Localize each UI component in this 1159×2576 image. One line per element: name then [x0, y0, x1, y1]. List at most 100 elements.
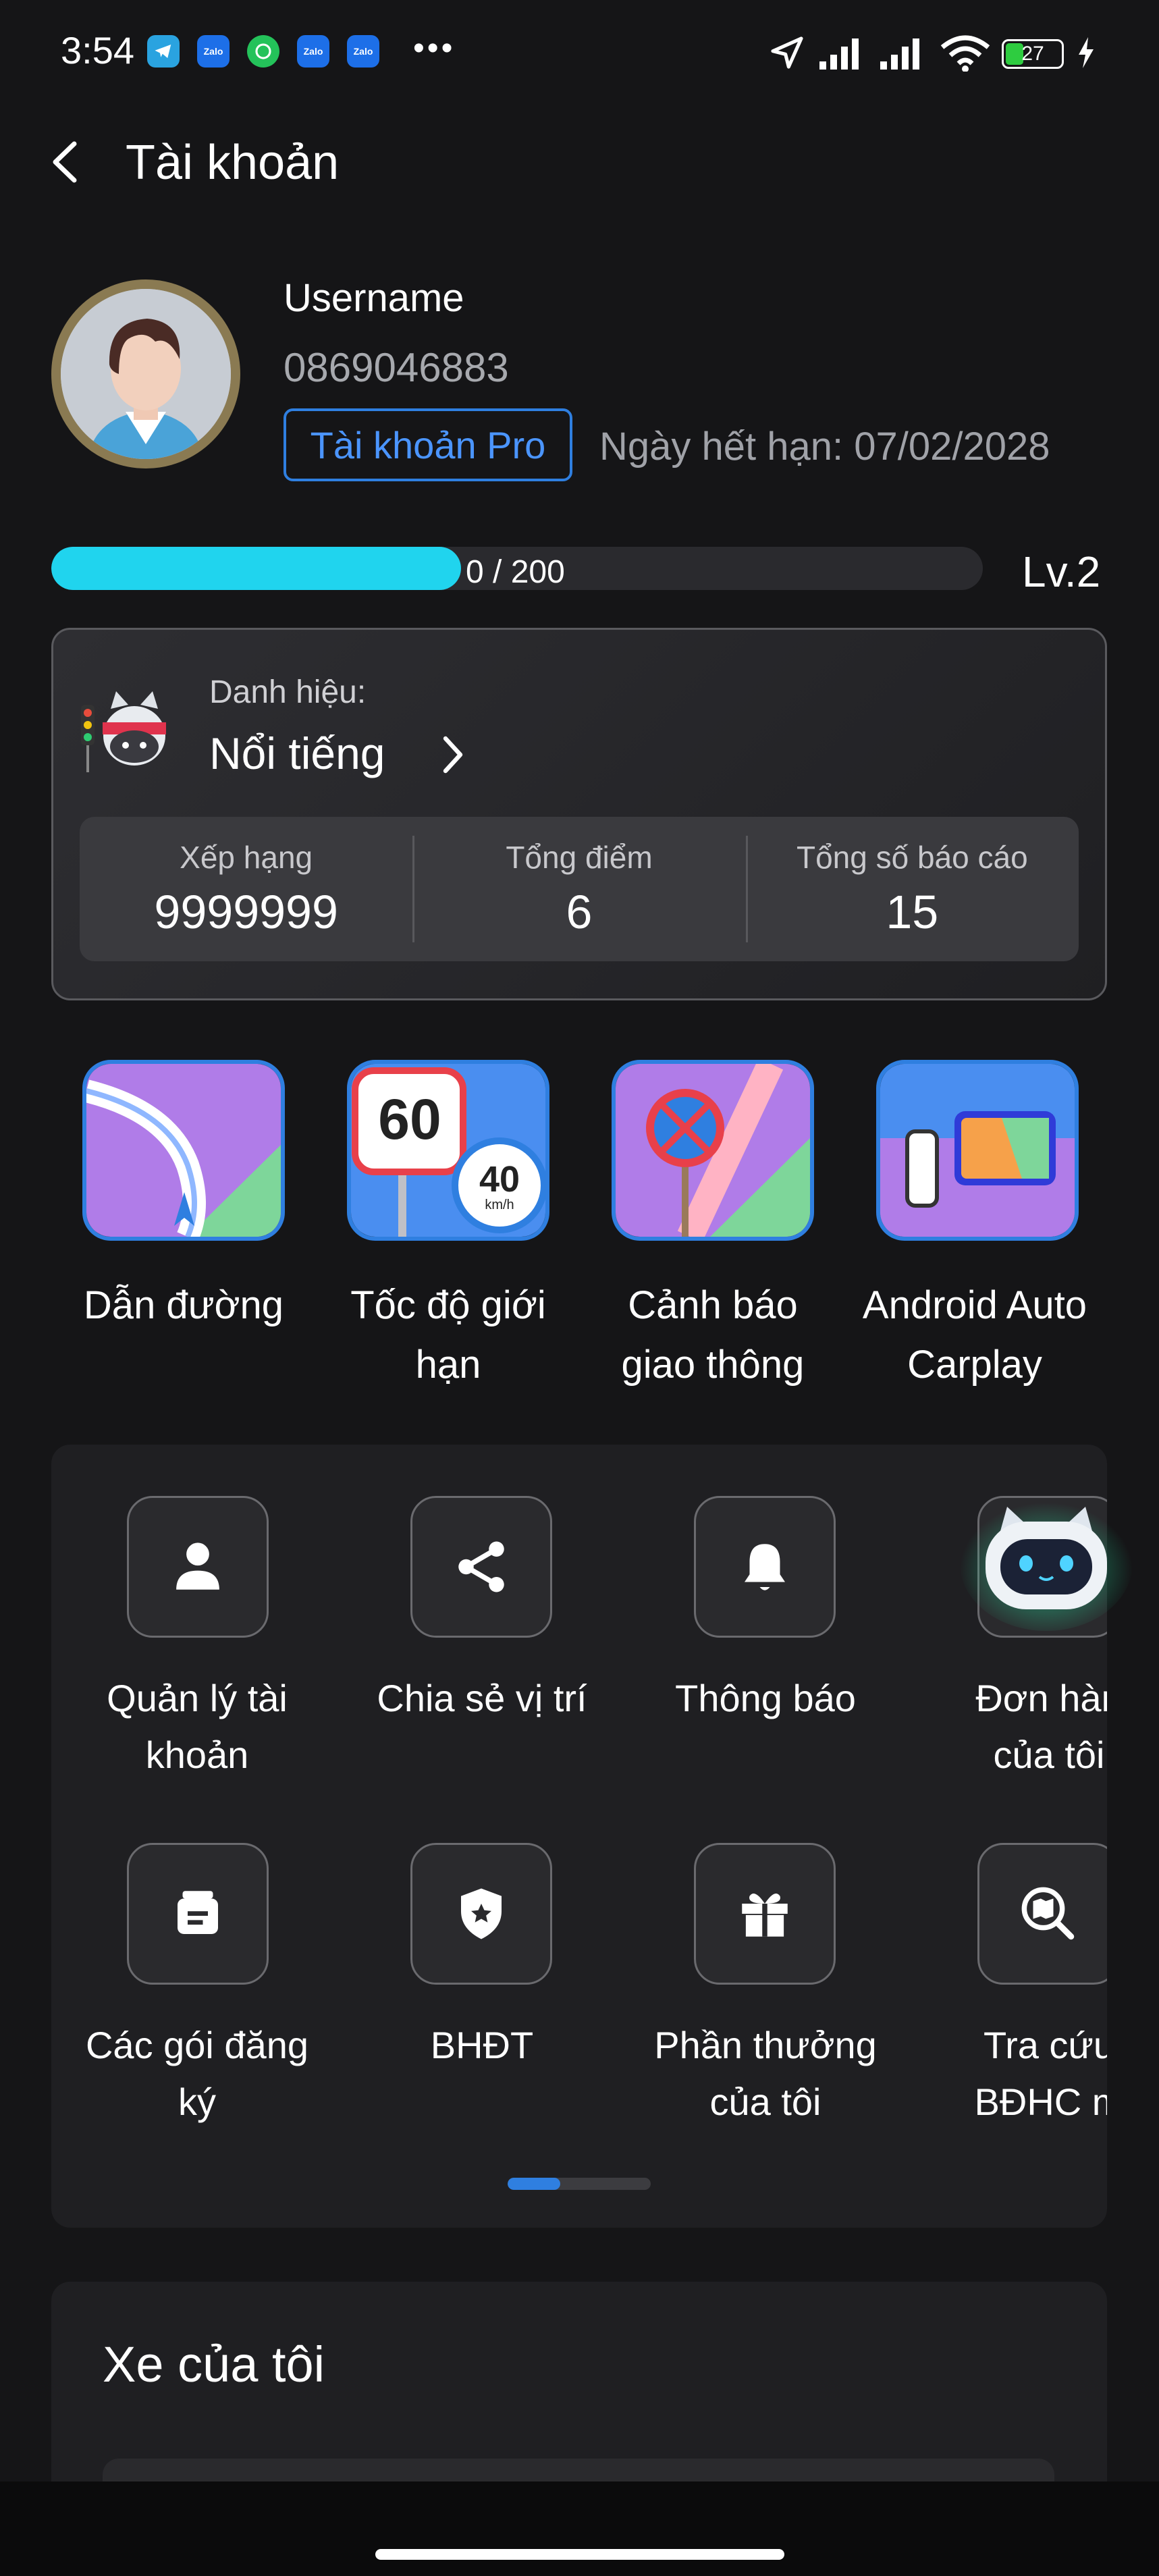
label-line: Android Auto — [862, 1283, 1087, 1327]
stat-ranking: Xếp hạng 9999999 — [80, 817, 412, 961]
chevron-left-icon — [53, 141, 77, 183]
notifications-button[interactable] — [694, 1496, 836, 1638]
signal-icon — [878, 32, 929, 73]
bhdt-label: BHĐT — [347, 2017, 617, 2074]
charging-icon — [1076, 32, 1096, 73]
navigation-tile[interactable] — [82, 1060, 285, 1241]
my-orders-label: Đơn hàn của tôi — [914, 1670, 1107, 1783]
avatar[interactable] — [51, 279, 240, 468]
traffic-alert-label: Cảnh báo giao thông — [581, 1276, 845, 1395]
account-management-button[interactable] — [127, 1496, 269, 1638]
chevron-right-icon[interactable] — [439, 733, 466, 776]
stat-label: Tổng điểm — [506, 840, 653, 875]
stat-total-points: Tổng điểm 6 — [412, 817, 745, 961]
back-button[interactable] — [47, 138, 88, 186]
stats-panel: Xếp hạng 9999999 Tổng điểm 6 Tổng số báo… — [80, 817, 1079, 961]
menu-page-indicator — [508, 2178, 651, 2190]
rank-label: Danh hiệu: — [209, 674, 367, 710]
gift-icon — [742, 1894, 788, 1937]
my-vehicle-title: Xe của tôi — [103, 2336, 325, 2392]
label-line: hạn — [415, 1343, 481, 1387]
robot-assistant-button[interactable] — [959, 1482, 1134, 1631]
android-auto-label: Android Auto Carplay — [842, 1276, 1107, 1395]
my-rewards-label: Phần thưởng của tôi — [630, 2017, 900, 2130]
rank-name[interactable]: Nổi tiếng — [209, 728, 385, 779]
navigation-map-icon — [86, 1064, 281, 1237]
zalo-icon: Zalo — [197, 35, 230, 68]
subscription-plans-label: Các gói đăng ký — [62, 2017, 332, 2130]
menu-panel[interactable]: Quản lý tài khoản Chia sẻ vị trí Thông b… — [51, 1445, 1107, 2228]
battery-text: 27 — [1021, 43, 1044, 65]
admin-map-lookup-label: Tra cứu BĐHC m — [914, 2017, 1107, 2130]
telegram-icon — [147, 35, 180, 68]
speed-limit-small-number: 40 — [479, 1159, 520, 1200]
label-line: của tôi — [993, 1734, 1105, 1776]
android-auto-tile[interactable] — [876, 1060, 1079, 1241]
more-notifications-icon: ••• — [413, 30, 456, 66]
share-location-button[interactable] — [410, 1496, 552, 1638]
wifi-icon — [940, 32, 991, 73]
label-line: Cảnh báo — [628, 1283, 798, 1327]
account-management-label: Quản lý tài khoản — [62, 1670, 332, 1783]
user-icon — [176, 1542, 219, 1590]
zalo-icon-text: Zalo — [353, 46, 373, 57]
label-line: ký — [178, 2081, 216, 2123]
zalo-icon-text: Zalo — [203, 46, 223, 57]
notifications-label: Thông báo — [630, 1670, 900, 1727]
signal-icon — [817, 32, 868, 73]
location-icon — [768, 32, 806, 73]
speed-limit-tile[interactable]: 60 40 km/h — [347, 1060, 549, 1241]
speed-unit: km/h — [485, 1198, 514, 1212]
phone-number: 0869046883 — [284, 345, 509, 390]
robot-icon — [960, 1496, 1133, 1631]
label-line: khoản — [145, 1734, 249, 1776]
admin-map-lookup-button[interactable] — [977, 1843, 1107, 1985]
navigation-label: Dẫn đường — [51, 1276, 316, 1335]
navigation-bar — [0, 2481, 1159, 2576]
traffic-alert-tile[interactable] — [612, 1060, 814, 1241]
speed-limit-label: Tốc độ giới hạn — [316, 1276, 581, 1395]
bhdt-button[interactable] — [410, 1843, 552, 1985]
label-line: Tốc độ giới — [350, 1283, 546, 1327]
account-type-badge[interactable]: Tài khoản Pro — [284, 408, 572, 481]
zalo-icon: Zalo — [347, 35, 379, 68]
label-line: của tôi — [709, 2081, 821, 2123]
subscription-plans-button[interactable] — [127, 1843, 269, 1985]
expiry-date: Ngày hết hạn: 07/02/2028 — [599, 425, 1050, 468]
stat-label: Tổng số báo cáo — [796, 840, 1028, 875]
stat-total-reports: Tổng số báo cáo 15 — [745, 817, 1079, 961]
status-time: 3:54 — [61, 29, 134, 72]
zalo-icon: Zalo — [297, 35, 329, 68]
stat-value: 9999999 — [154, 886, 338, 938]
map-search-icon — [1021, 1887, 1075, 1940]
my-rewards-button[interactable] — [694, 1843, 836, 1985]
label-line: BHĐT — [430, 2024, 534, 2066]
username: Username — [284, 276, 464, 320]
level-label: Lv.2 — [1022, 547, 1101, 596]
share-icon — [458, 1541, 504, 1592]
stat-value: 15 — [886, 886, 939, 938]
whatsapp-icon — [247, 35, 279, 68]
user-avatar-icon — [61, 289, 231, 459]
android-auto-icon — [880, 1064, 1075, 1237]
shield-icon — [461, 1888, 502, 1939]
home-indicator[interactable] — [375, 2549, 784, 2560]
zalo-icon-text: Zalo — [303, 46, 323, 57]
label-line: Dẫn đường — [83, 1283, 284, 1327]
page-title: Tài khoản — [126, 136, 340, 190]
progress-text: 0 / 200 — [466, 554, 565, 590]
share-location-label: Chia sẻ vị trí — [347, 1670, 617, 1727]
label-line: Các gói đăng — [85, 2024, 308, 2066]
cat-mascot-icon — [77, 682, 178, 783]
label-line: Quản lý tài — [107, 1677, 288, 1719]
label-line: Thông báo — [675, 1677, 856, 1719]
label-line: Phần thưởng — [654, 2024, 877, 2066]
label-line: Carplay — [907, 1343, 1042, 1387]
level-progress-fill — [51, 547, 462, 590]
bell-icon — [745, 1544, 785, 1590]
battery-icon: 27 — [1002, 39, 1064, 69]
stat-label: Xếp hạng — [180, 840, 313, 875]
package-icon — [178, 1891, 218, 1934]
label-line: BĐHC m — [974, 2081, 1107, 2123]
page-indicator-active — [508, 2178, 561, 2190]
